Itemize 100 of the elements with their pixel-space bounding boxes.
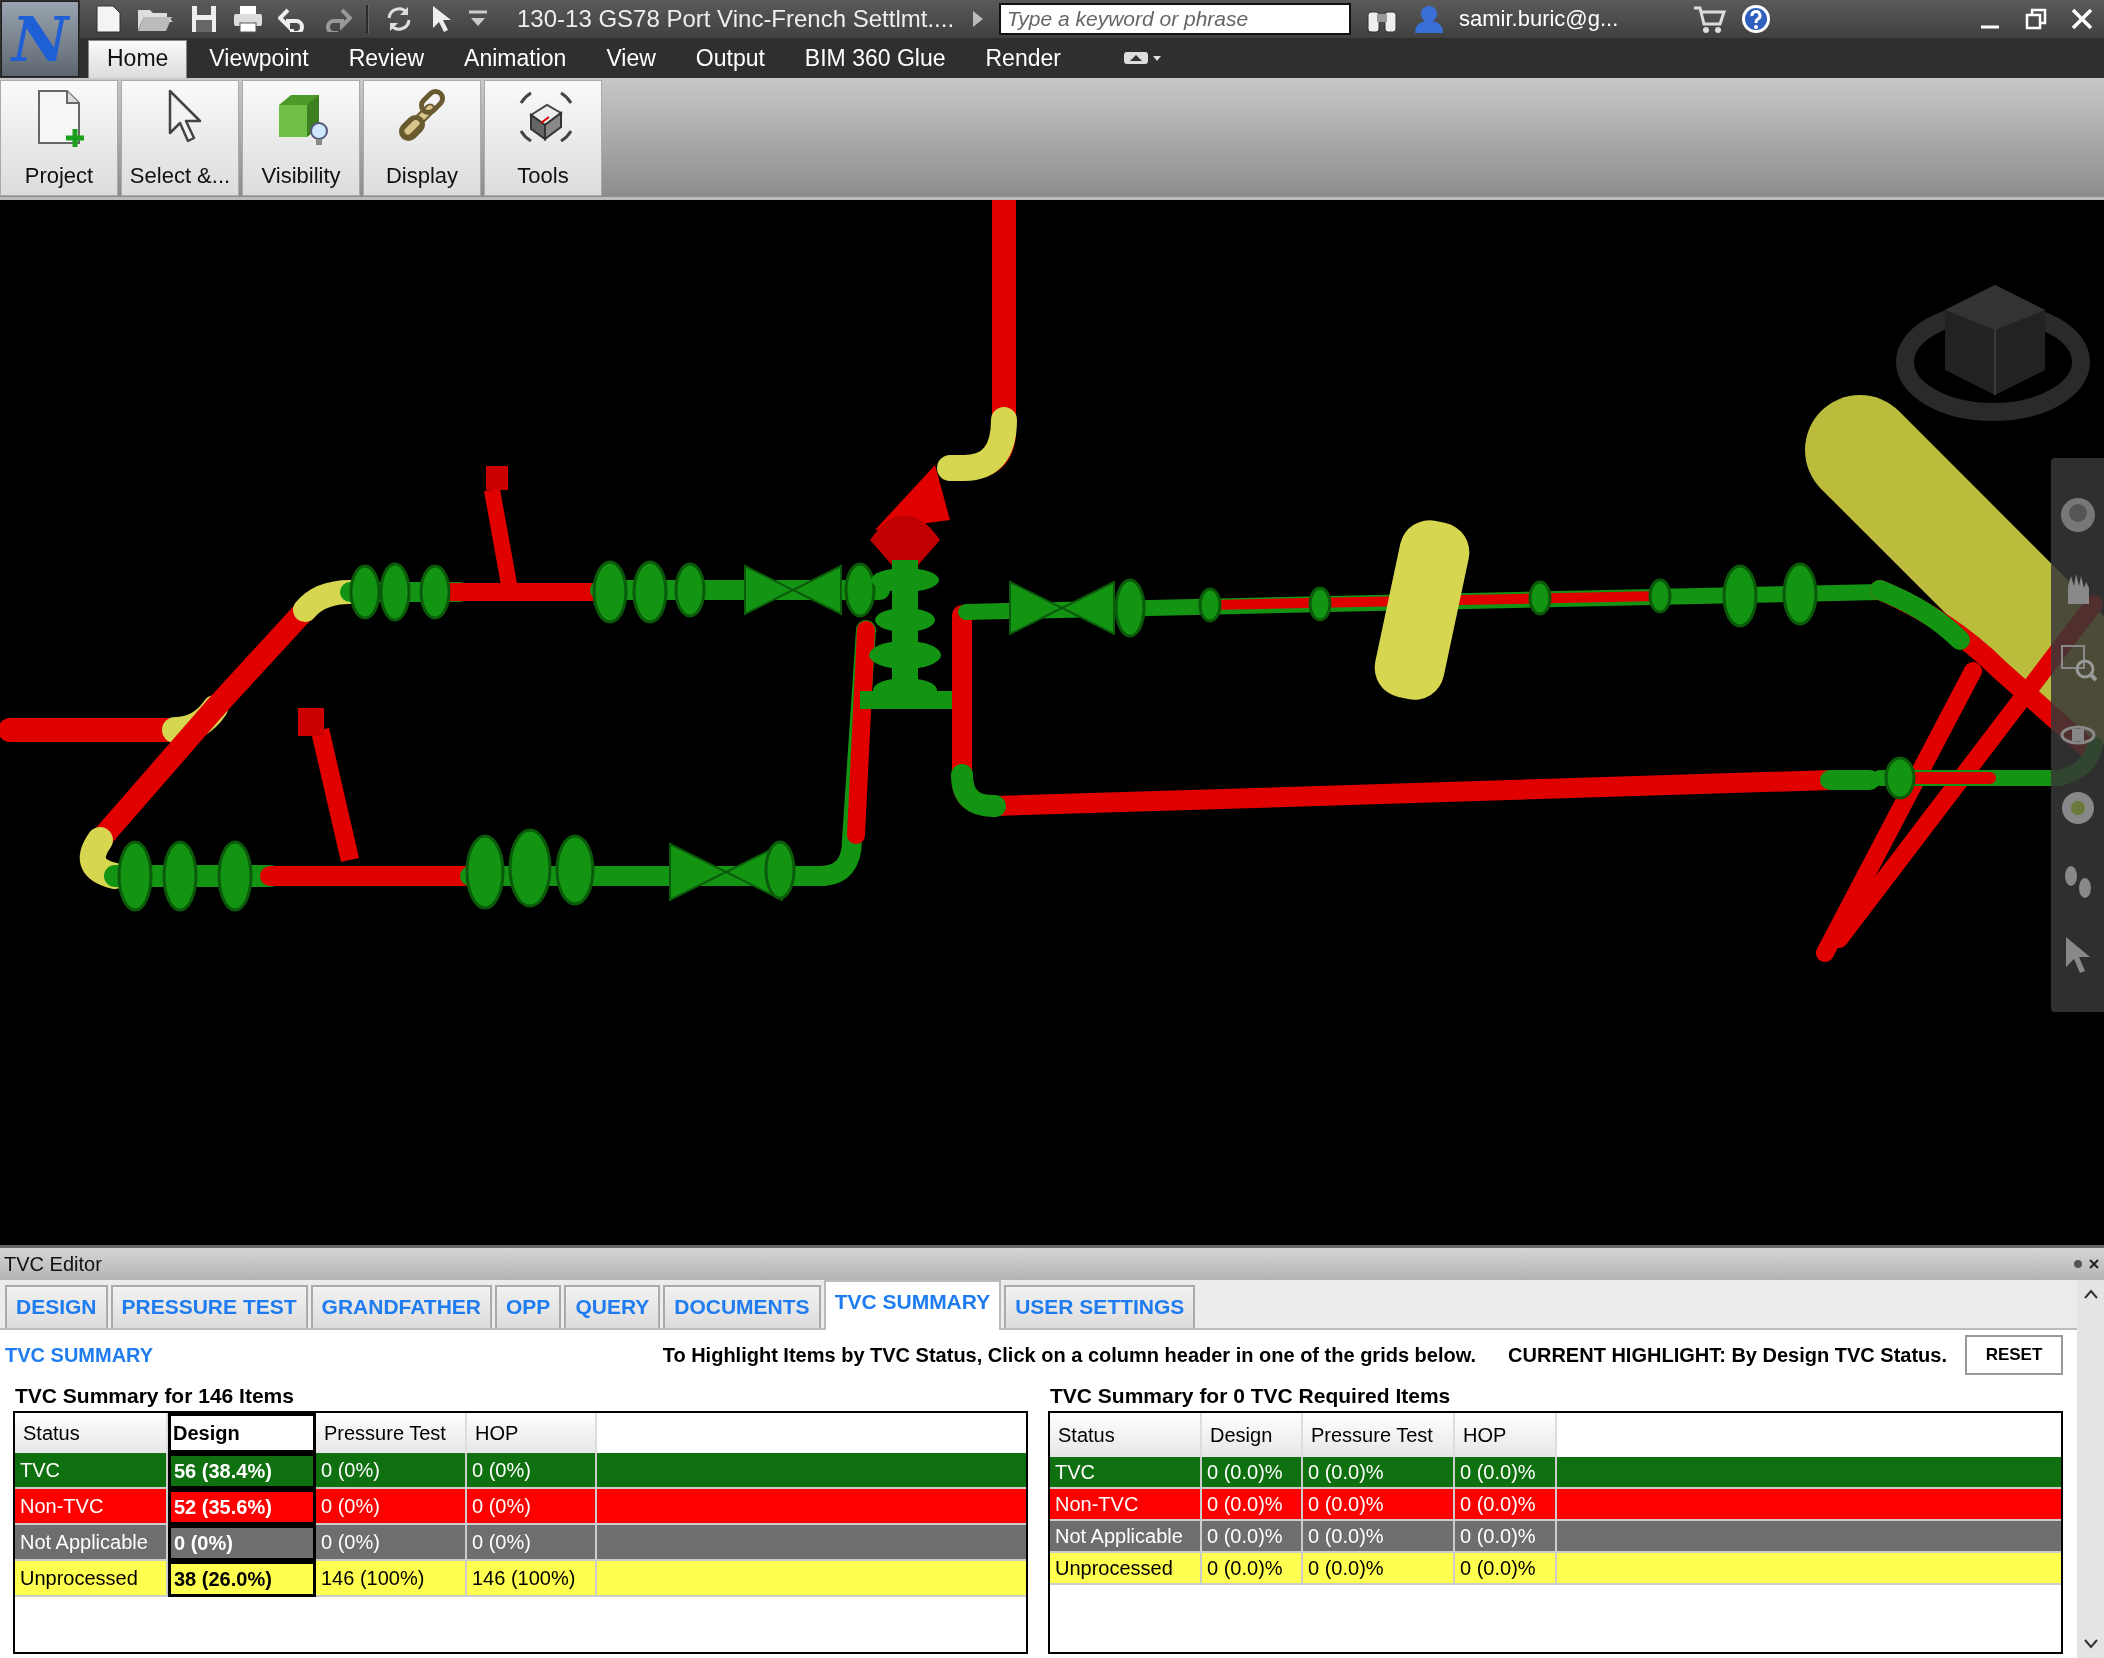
table-cell: 0 (0%) [467,1489,597,1525]
column-header[interactable]: Pressure Test [1303,1413,1455,1457]
print-icon[interactable] [232,4,264,34]
ribbon-button[interactable]: Display [363,80,481,196]
pin-icon[interactable] [2072,1258,2084,1270]
help-icon[interactable] [1740,3,1773,35]
valve-flange [764,840,796,900]
status-cell: Unprocessed [1050,1553,1202,1585]
save-icon[interactable] [190,4,218,34]
ribbon-tab[interactable]: Viewpoint [191,41,327,78]
restore-icon[interactable] [2024,7,2048,31]
status-cell: Not Applicable [1050,1521,1202,1553]
ribbon-tab[interactable]: Review [330,41,443,78]
window-title: 130-13 GS78 Port Vinc-French Settlmt.... [517,5,956,33]
vent-cap [486,466,508,490]
table-cell: 0 (0%) [168,1525,316,1561]
play-triangle-icon[interactable] [971,9,985,29]
valve-flange [555,834,595,906]
ribbon-tab[interactable]: BIM 360 Glue [786,41,964,78]
valve-flange [217,840,253,912]
valve-flange [592,560,628,624]
table-cell: 0 (0.0)% [1303,1553,1455,1585]
table-cell: 38 (26.0%) [168,1561,316,1597]
table-cell: 0 (0%) [467,1453,597,1489]
valve-flange [1198,587,1222,623]
table-cell: 0 (0.0)% [1202,1489,1303,1521]
new-file-icon[interactable] [94,4,122,34]
scroll-down-icon[interactable] [2082,1638,2099,1650]
grid-title: TVC Summary for 146 Items [14,1384,294,1409]
valve-flange [1114,578,1146,638]
table-cell: 0 (0.0)% [1455,1553,1557,1585]
valve-flange [632,560,668,624]
valve-flange [844,562,876,618]
valve-disc [871,568,939,592]
vent-cap [298,708,324,736]
column-header[interactable]: Status [1050,1413,1202,1457]
ribbon-tab[interactable]: Animation [446,41,585,78]
column-header[interactable]: Design [168,1413,316,1453]
valve-flange [1884,756,1916,800]
column-header[interactable]: Design [1202,1413,1303,1457]
close-icon[interactable] [2088,1258,2100,1270]
scroll-up-icon[interactable] [2082,1288,2099,1300]
column-header[interactable]: HOP [467,1413,597,1453]
ribbon-tab[interactable]: Home [88,40,188,78]
valve-flange [419,564,451,620]
table-cell: 0 (0%) [316,1525,467,1561]
valve-flange [117,840,153,912]
valve-disc [869,641,941,669]
table-cell: 0 (0.0)% [1455,1489,1557,1521]
dropdown-caret-icon[interactable] [467,10,489,28]
table-cell: 0 (0.0)% [1202,1521,1303,1553]
grid-title: TVC Summary for 0 TVC Required Items [1049,1384,1451,1409]
search-field[interactable]: Type a keyword or phrase [999,3,1351,35]
scrollbar[interactable] [2077,1280,2104,1658]
ribbon-button[interactable]: Tools [484,80,602,196]
status-cell: Not Applicable [15,1525,168,1561]
panel-title: TVC Editor [4,1252,102,1276]
status-cell: Non-TVC [15,1489,168,1525]
status-cell: TVC [1050,1457,1202,1489]
ribbon-button[interactable]: Visibility [242,80,360,196]
column-header[interactable]: HOP [1455,1413,1557,1457]
table-cell: 0 (0.0)% [1202,1553,1303,1585]
ribbon-tab[interactable]: Output [677,41,783,78]
ribbon-tab[interactable]: View [588,41,674,78]
table-cell: 0 (0.0)% [1303,1457,1455,1489]
valve-flange [674,562,706,618]
cart-icon[interactable] [1692,4,1727,34]
status-cell: TVC [15,1453,168,1489]
valve-flange [1782,562,1818,626]
table-cell: 146 (100%) [467,1561,597,1597]
section-heading: TVC SUMMARY [4,1343,155,1367]
valve-flange [349,564,381,620]
current-highlight-text: CURRENT HIGHLIGHT: By Design TVC Status. [1508,1343,1947,1367]
valve-flange [1528,580,1552,616]
table-cell: 0 (0%) [467,1525,597,1561]
valve-flange [1722,564,1758,628]
user-account[interactable]: samir.buric@g... [1459,6,1619,32]
status-cell: Unprocessed [15,1561,168,1597]
column-header[interactable]: Status [15,1413,168,1453]
valve-flange [1308,586,1332,622]
table-cell: 0 (0.0)% [1455,1521,1557,1553]
ribbon-button[interactable]: Select &... [121,80,239,196]
valve-flange [379,562,411,622]
status-cell: Non-TVC [1050,1489,1202,1521]
table-cell: 0 (0%) [316,1453,467,1489]
table-cell: 0 (0.0)% [1303,1489,1455,1521]
panel-tab[interactable]: TVC SUMMARY [823,1280,1002,1330]
table-cell: 56 (38.4%) [168,1453,316,1489]
instruction-text: To Highlight Items by TVC Status, Click on a column header in one of the grids below. [662,1343,1477,1367]
valve-flange [1648,578,1672,614]
table-cell: 0 (0.0)% [1455,1457,1557,1489]
table-cell: 0 (0%) [316,1489,467,1525]
ribbon-tab[interactable]: Render [967,41,1079,78]
ribbon-button[interactable]: Project [0,80,118,196]
table-cell: 52 (35.6%) [168,1489,316,1525]
column-header[interactable]: Pressure Test [316,1413,467,1453]
reset-button[interactable]: RESET [1965,1335,2063,1375]
table-cell: 0 (0.0)% [1303,1521,1455,1553]
table-cell: 146 (100%) [316,1561,467,1597]
valve-flange [162,840,198,912]
